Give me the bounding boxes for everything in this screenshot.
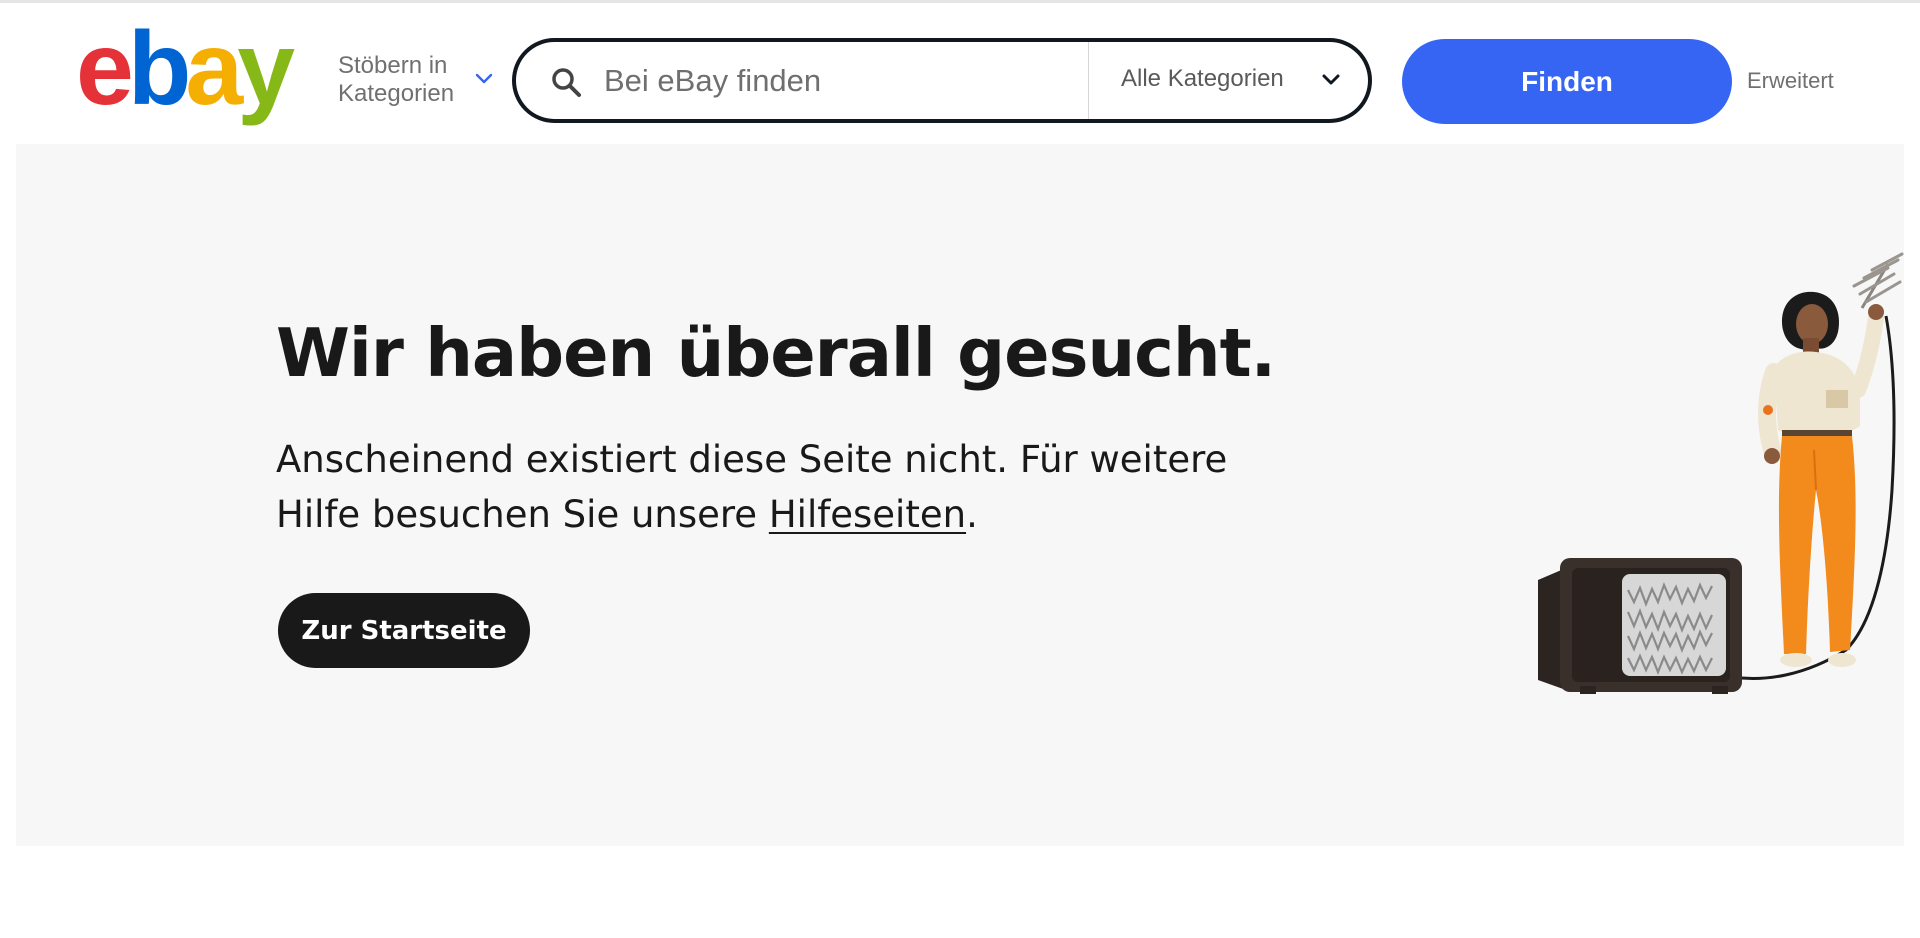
browse-categories[interactable]: Stöbern in Kategorien bbox=[338, 52, 498, 112]
error-hero: Wir haben überall gesucht. Anscheinend e… bbox=[16, 144, 1904, 846]
tv-antenna-illustration bbox=[1538, 252, 1904, 694]
browse-categories-label: Stöbern in Kategorien bbox=[338, 52, 455, 107]
error-message-text: Anscheinend existiert diese Seite nicht.… bbox=[276, 438, 1228, 536]
category-select[interactable]: Alle Kategorien bbox=[1089, 42, 1368, 119]
error-message-end: . bbox=[966, 493, 978, 536]
ebay-logo[interactable]: ebay bbox=[76, 22, 314, 126]
search-input[interactable] bbox=[604, 52, 1074, 109]
advanced-search-link[interactable]: Erweitert bbox=[1747, 68, 1834, 94]
top-border bbox=[0, 0, 1920, 3]
search-bar: Alle Kategorien bbox=[512, 38, 1372, 123]
home-button[interactable]: Zur Startseite bbox=[278, 593, 530, 668]
find-button[interactable]: Finden bbox=[1402, 39, 1732, 124]
error-message: Anscheinend existiert diese Seite nicht.… bbox=[276, 432, 1236, 542]
page-title: Wir haben überall gesucht. bbox=[276, 314, 1276, 392]
chevron-down-icon bbox=[1322, 74, 1340, 85]
help-pages-link[interactable]: Hilfeseiten bbox=[769, 493, 966, 536]
search-icon bbox=[552, 68, 581, 97]
category-select-label: Alle Kategorien bbox=[1121, 65, 1284, 92]
chevron-down-icon bbox=[475, 73, 493, 84]
svg-text:ebay: ebay bbox=[76, 22, 295, 126]
